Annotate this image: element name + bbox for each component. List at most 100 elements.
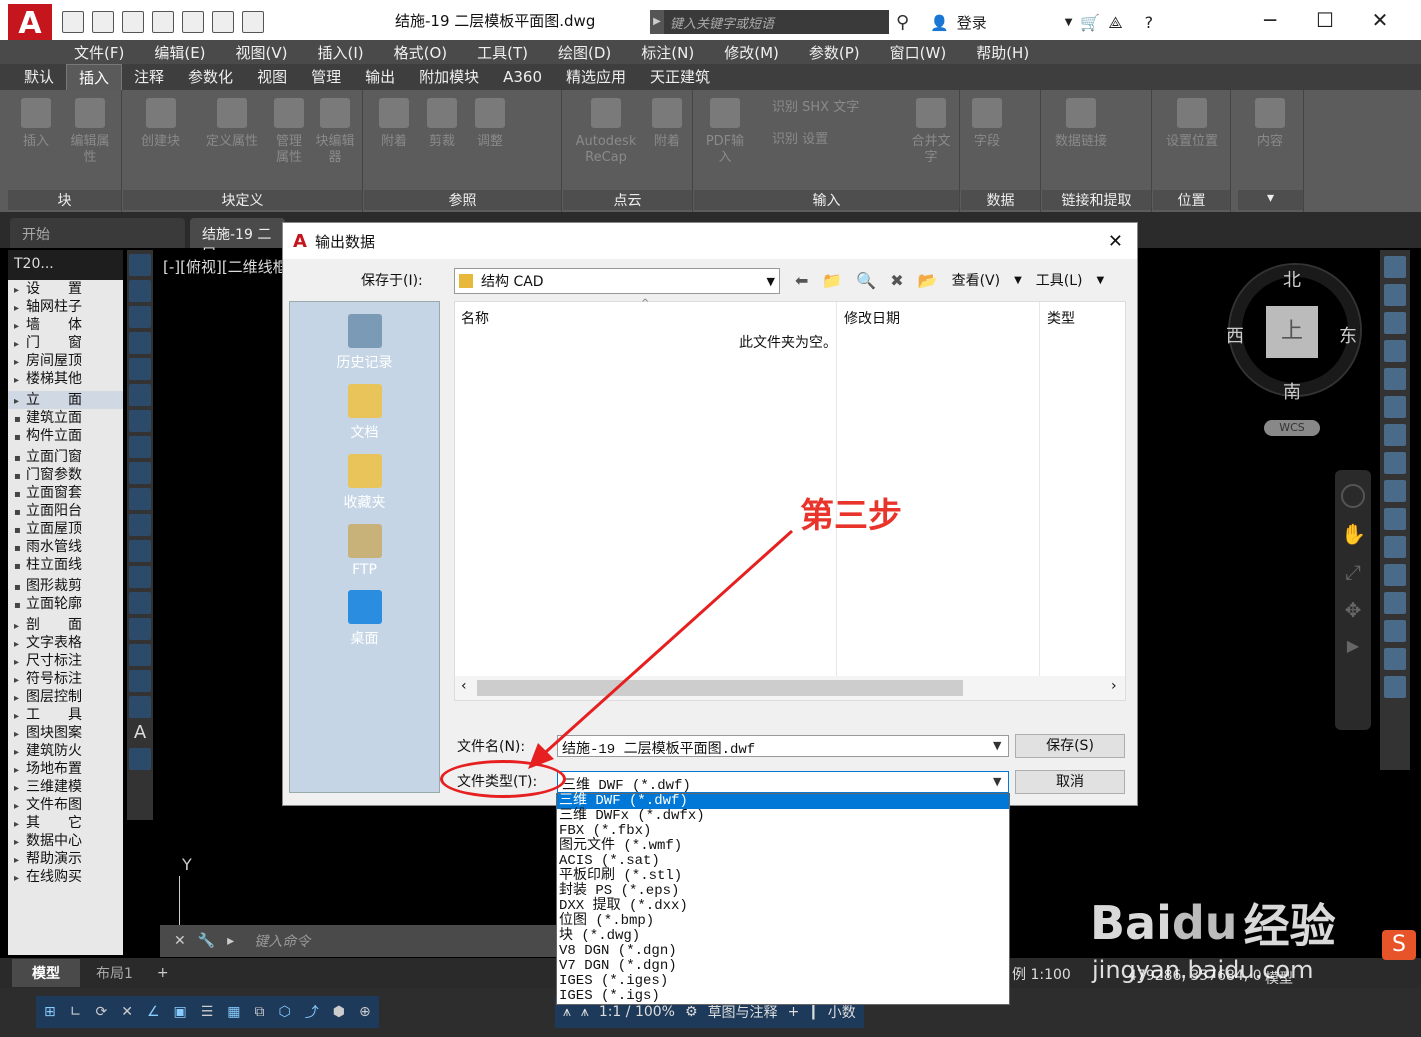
rotate-icon[interactable] (1384, 424, 1406, 446)
menu-format[interactable]: 格式(O) (394, 42, 448, 63)
t20-menu-item[interactable]: ▸ 场地布置 (8, 760, 123, 778)
trim-icon[interactable] (1384, 508, 1406, 530)
tab-parametric[interactable]: 参数化 (176, 64, 245, 90)
mtext-icon[interactable]: A (129, 722, 151, 744)
tab-output[interactable]: 输出 (353, 64, 407, 90)
compass-south[interactable]: 南 (1283, 378, 1301, 404)
scale-icon[interactable] (1384, 452, 1406, 474)
menu-insert[interactable]: 插入(I) (318, 42, 364, 63)
filetype-option[interactable]: 平板印刷 (*.stl) (557, 869, 1009, 884)
filetype-option[interactable]: V8 DGN (*.dgn) (557, 944, 1009, 959)
revision-cloud-icon[interactable] (129, 436, 151, 458)
manage-attribute-button[interactable]: 管理属性 (271, 98, 307, 166)
attach-pointcloud-button[interactable]: 附着 (647, 98, 687, 150)
selection-cycling-icon[interactable]: ⧉ (255, 1004, 265, 1020)
insert-block-icon[interactable] (129, 540, 151, 562)
cart-icon[interactable]: 🛒 (1080, 13, 1100, 32)
place-history[interactable]: 历史记录 (290, 314, 439, 372)
arc-icon[interactable] (129, 384, 151, 406)
pdf-import-button[interactable]: PDF输入 (700, 98, 750, 166)
recognize-settings-button[interactable]: 识别 设置 (772, 132, 882, 148)
panel-title[interactable]: 位置 (1153, 190, 1230, 210)
add-layout-button[interactable]: + (149, 961, 177, 985)
t20-menu-item[interactable]: ▪ 建筑立面 (8, 409, 123, 427)
t20-title[interactable]: T20... (8, 250, 123, 280)
recent-commands-icon[interactable]: ▸ (227, 933, 234, 949)
close-icon[interactable]: ✕ (1360, 6, 1400, 34)
chevron-down-icon[interactable]: ▼ (993, 775, 1001, 788)
menu-help[interactable]: 帮助(H) (976, 42, 1029, 63)
osnap-icon[interactable]: ▣ (174, 1004, 187, 1020)
tab-featured-apps[interactable]: 精选应用 (554, 64, 638, 90)
save-as-icon[interactable] (152, 11, 174, 33)
make-block-icon[interactable] (129, 566, 151, 588)
t20-menu-item[interactable]: ▪ 门窗参数 (8, 466, 123, 484)
t20-menu-item[interactable]: ▪ 图形裁剪 (8, 577, 123, 595)
t20-menu-item[interactable]: ▸ 建筑防火 (8, 742, 123, 760)
join-icon[interactable] (1384, 592, 1406, 614)
pan-icon[interactable]: ✋ (1341, 522, 1366, 546)
t20-menu-item[interactable]: ▸ 数据中心 (8, 832, 123, 850)
sogou-ime-icon[interactable]: S (1382, 930, 1416, 960)
save-icon[interactable] (122, 11, 144, 33)
t20-menu-item[interactable]: ▪ 雨水管线 (8, 538, 123, 556)
circle-icon[interactable] (129, 410, 151, 432)
t20-menu-item[interactable]: ▸ 三维建模 (8, 778, 123, 796)
t20-menu-item[interactable]: ▸ 门 窗 (8, 334, 123, 352)
search-expand-icon[interactable]: ▶ (650, 10, 664, 34)
offset-icon[interactable] (1384, 340, 1406, 362)
new-file-icon[interactable] (62, 11, 84, 33)
binoculars-icon[interactable]: ⚲ (896, 12, 909, 33)
filetype-option[interactable]: ACIS (*.sat) (557, 854, 1009, 869)
3d-osnap-icon[interactable]: ⬡ (279, 1004, 291, 1020)
dynamic-ucs-icon[interactable]: ⤴ (305, 1002, 319, 1022)
t20-menu-item[interactable]: ▸ 轴网柱子 (8, 298, 123, 316)
insert-block-button[interactable]: 插入 (16, 98, 56, 150)
chevron-down-icon[interactable]: ▼ (1014, 275, 1022, 286)
cancel-button[interactable]: 取消 (1015, 770, 1125, 794)
units-icon[interactable]: ┃ (809, 1004, 817, 1020)
menu-window[interactable]: 窗口(W) (890, 42, 947, 63)
undo-icon[interactable] (212, 11, 234, 33)
dialog-close-icon[interactable]: ✕ (1108, 231, 1123, 252)
t20-menu-item[interactable]: ▸ 设 置 (8, 280, 123, 298)
recap-button[interactable]: Autodesk ReCap (567, 98, 645, 166)
menu-tools[interactable]: 工具(T) (477, 42, 528, 63)
menu-edit[interactable]: 编辑(E) (154, 42, 205, 63)
close-cmd-icon[interactable]: ✕ (174, 933, 186, 949)
transparency-icon[interactable]: ▦ (227, 1004, 240, 1020)
ellipse-icon[interactable] (129, 488, 151, 510)
customize-icon[interactable]: 🔧 (198, 933, 215, 949)
t20-menu-item[interactable]: ▸ 房间屋顶 (8, 352, 123, 370)
rectangle-icon[interactable] (129, 358, 151, 380)
recognize-shx-button[interactable]: 识别 SHX 文字 (772, 100, 902, 116)
scroll-left-icon[interactable]: ‹ (461, 678, 467, 694)
plot-icon[interactable] (182, 11, 204, 33)
polar-icon[interactable]: ⟳ (95, 1004, 107, 1020)
search-input[interactable]: 键入关键字或短语 (664, 10, 889, 34)
tab-a360[interactable]: A360 (491, 64, 554, 90)
orbit-icon[interactable]: ✥ (1341, 598, 1365, 622)
tab-tangent[interactable]: 天正建筑 (638, 64, 722, 90)
tab-drawing[interactable]: 结施-19 二层 (190, 218, 285, 263)
t20-menu-item[interactable]: ▪ 构件立面 (8, 427, 123, 445)
delete-icon[interactable]: ✖ (890, 271, 903, 290)
mirror-icon[interactable] (1384, 312, 1406, 334)
save-in-select[interactable]: 结构 CAD ▼ (454, 268, 780, 294)
help-icon[interactable]: ? (1145, 13, 1154, 32)
region-icon[interactable] (129, 670, 151, 692)
tab-insert[interactable]: 插入 (66, 64, 123, 90)
tab-layout1[interactable]: 布局1 (80, 959, 149, 987)
isodraft-icon[interactable]: ✕ (121, 1004, 133, 1020)
extend-icon[interactable] (1384, 536, 1406, 558)
filetype-option[interactable]: 位图 (*.bmp) (557, 914, 1009, 929)
menu-modify[interactable]: 修改(M) (724, 42, 779, 63)
t20-menu-item[interactable]: ▸ 立 面 (8, 391, 123, 409)
autoscale-icon[interactable]: ⩚ (581, 1004, 589, 1020)
chevron-down-icon[interactable]: ▼ (1097, 275, 1105, 286)
chamfer-icon[interactable] (1384, 620, 1406, 642)
t20-menu-item[interactable]: ▸ 图块图案 (8, 724, 123, 742)
t20-menu-item[interactable]: ▸ 剖 面 (8, 616, 123, 634)
compass-east[interactable]: 东 (1339, 322, 1357, 348)
define-attribute-button[interactable]: 定义属性 (197, 98, 267, 150)
